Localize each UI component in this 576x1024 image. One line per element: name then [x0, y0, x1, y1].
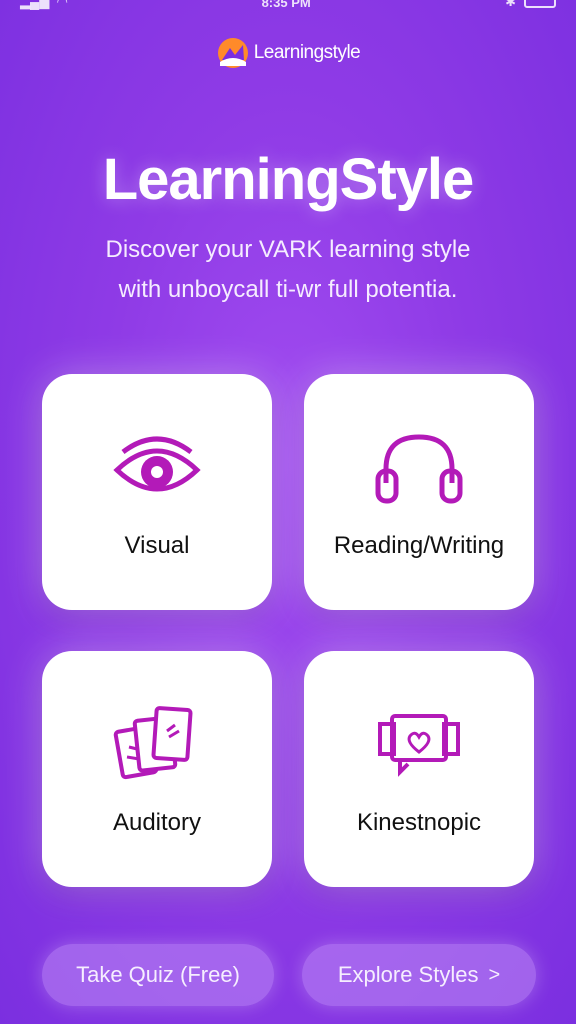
status-right: ✱ [505, 0, 556, 10]
take-quiz-label: Take Quiz (Free) [76, 962, 240, 987]
brand-logo: Learningstyle [0, 36, 576, 70]
card-reading-writing[interactable]: Reading/Writing [304, 374, 534, 610]
take-quiz-button[interactable]: Take Quiz (Free) [42, 944, 274, 1006]
wifi-icon: ◠ [57, 0, 68, 9]
status-left: ▂▄▆ ◠ [20, 0, 67, 10]
heart-screen-icon [369, 701, 469, 791]
subtitle-line-1: Discover your VARK learning style [105, 236, 471, 263]
logo-mark-icon [217, 38, 248, 68]
card-auditory-label: Auditory [112, 809, 202, 836]
cards-stack-icon [107, 701, 207, 791]
card-visual[interactable]: Visual [42, 374, 272, 610]
card-kinesthetic-label: Kinestnopic [356, 809, 482, 836]
page-subtitle: Discover your VARK learning style with u… [50, 230, 526, 310]
page-title: LearningStyle [102, 147, 475, 212]
status-bar: ▂▄▆ ◠ 8:35 PM ✱ [0, 0, 576, 12]
signal-icon: ▂▄▆ [20, 0, 50, 9]
card-visual-label: Visual [124, 532, 190, 559]
status-time: 8:35 PM [261, 0, 311, 10]
subtitle-line-2: with unboycall ti-wr full potentia. [118, 276, 458, 303]
eye-icon [107, 424, 207, 514]
explore-styles-label: Explore Styles [337, 962, 479, 987]
card-auditory[interactable]: Auditory [42, 651, 272, 887]
explore-styles-button[interactable]: Explore Styles > [302, 944, 536, 1006]
logo-text: Learningstyle [253, 42, 361, 63]
battery-icon [523, 0, 556, 8]
bluetooth-icon: ✱ [505, 0, 516, 9]
card-kinesthetic[interactable]: Kinestnopic [304, 651, 534, 887]
headphones-icon [369, 424, 469, 514]
chevron-right-icon: > [488, 963, 501, 986]
card-reading-label: Reading/Writing [333, 532, 505, 559]
